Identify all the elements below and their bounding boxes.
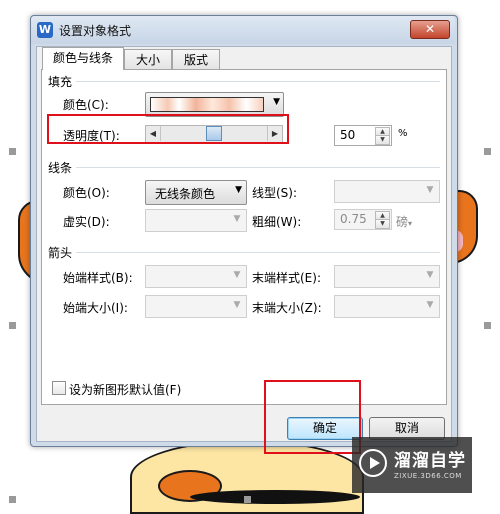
chevron-down-icon: ▼ xyxy=(233,270,241,280)
dash-dropdown[interactable]: ▼ xyxy=(145,209,247,232)
tab-colors-lines[interactable]: 颜色与线条 xyxy=(42,47,124,70)
transparency-unit: % xyxy=(398,128,408,139)
format-object-dialog: W 设置对象格式 ✕ 颜色与线条 大小 版式 填充 颜色(C): ▼ 透明度(T… xyxy=(30,15,458,447)
line-section-divider xyxy=(76,167,440,168)
begin-style-dropdown[interactable]: ▼ xyxy=(145,265,247,288)
fill-section-divider xyxy=(76,81,440,82)
chevron-down-icon: ▼ xyxy=(233,300,241,310)
line-color-value: 无线条颜色 xyxy=(155,187,216,201)
watermark-name: 溜溜自学 xyxy=(394,451,466,471)
fill-color-swatch xyxy=(150,97,264,112)
default-checkbox-label: 设为新图形默认值(F) xyxy=(69,383,182,397)
fill-color-label: 颜色(C): xyxy=(63,98,109,112)
spin-down-icon[interactable]: ▼ xyxy=(375,135,390,145)
fill-section-label: 填充 xyxy=(48,75,73,89)
weight-value: 0.75 xyxy=(340,212,367,226)
weight-unit-dropdown[interactable]: 磅▾ xyxy=(396,213,412,230)
end-style-label: 末端样式(E): xyxy=(252,271,321,285)
close-button[interactable]: ✕ xyxy=(410,20,450,39)
line-style-dropdown[interactable]: ▼ xyxy=(334,180,440,203)
dash-label: 虚实(D): xyxy=(63,215,110,229)
ok-highlight-box xyxy=(264,380,361,454)
weight-label: 粗细(W): xyxy=(252,215,302,229)
tab-layout[interactable]: 版式 xyxy=(172,49,220,70)
line-section-label: 线条 xyxy=(48,161,73,175)
begin-size-dropdown[interactable]: ▼ xyxy=(145,295,247,318)
watermark-badge: 溜溜自学 ZIXUE.3D66.COM xyxy=(352,437,472,493)
weight-unit: 磅 xyxy=(396,215,409,229)
selection-handle[interactable] xyxy=(9,148,16,155)
selection-handle[interactable] xyxy=(9,496,16,503)
chevron-down-icon: ▼ xyxy=(426,270,434,280)
transparency-value: 50 xyxy=(340,128,356,142)
chevron-down-icon: ▾ xyxy=(408,219,413,228)
selection-handle[interactable] xyxy=(484,148,491,155)
chevron-down-icon: ▼ xyxy=(233,214,241,224)
watermark-url: ZIXUE.3D66.COM xyxy=(394,472,462,480)
begin-style-label: 始端样式(B): xyxy=(63,271,133,285)
default-checkbox[interactable] xyxy=(52,381,66,395)
weight-spinbox[interactable]: 0.75 ▲ ▼ xyxy=(334,209,392,230)
end-size-label: 末端大小(Z): xyxy=(252,301,322,315)
line-color-dropdown[interactable]: 无线条颜色 ▼ xyxy=(145,180,247,205)
tab-size[interactable]: 大小 xyxy=(124,49,172,70)
chevron-down-icon: ▼ xyxy=(273,97,280,107)
line-color-label: 颜色(O): xyxy=(63,186,110,200)
dialog-titlebar[interactable]: W 设置对象格式 ✕ xyxy=(31,16,455,44)
wps-writer-icon: W xyxy=(37,22,53,38)
arrows-section-label: 箭头 xyxy=(48,246,73,260)
spin-down-icon[interactable]: ▼ xyxy=(375,219,390,229)
cartoon-shadow xyxy=(190,490,360,504)
end-style-dropdown[interactable]: ▼ xyxy=(334,265,440,288)
transparency-spinbox[interactable]: 50 ▲ ▼ xyxy=(334,125,392,146)
dialog-title: 设置对象格式 xyxy=(59,24,132,38)
arrows-section-divider xyxy=(76,252,440,253)
chevron-down-icon: ▼ xyxy=(426,185,434,195)
line-style-label: 线型(S): xyxy=(252,186,298,200)
transparency-highlight-box xyxy=(47,114,289,144)
end-size-dropdown[interactable]: ▼ xyxy=(334,295,440,318)
selection-handle[interactable] xyxy=(244,496,251,503)
dialog-client: 颜色与线条 大小 版式 填充 颜色(C): ▼ 透明度(T): ◀ ▶ 50 ▲… xyxy=(36,46,452,442)
chevron-down-icon: ▼ xyxy=(235,185,242,195)
begin-size-label: 始端大小(I): xyxy=(63,301,128,315)
chevron-down-icon: ▼ xyxy=(426,300,434,310)
selection-handle[interactable] xyxy=(9,322,16,329)
watermark-play-icon xyxy=(359,449,387,477)
selection-handle[interactable] xyxy=(484,322,491,329)
